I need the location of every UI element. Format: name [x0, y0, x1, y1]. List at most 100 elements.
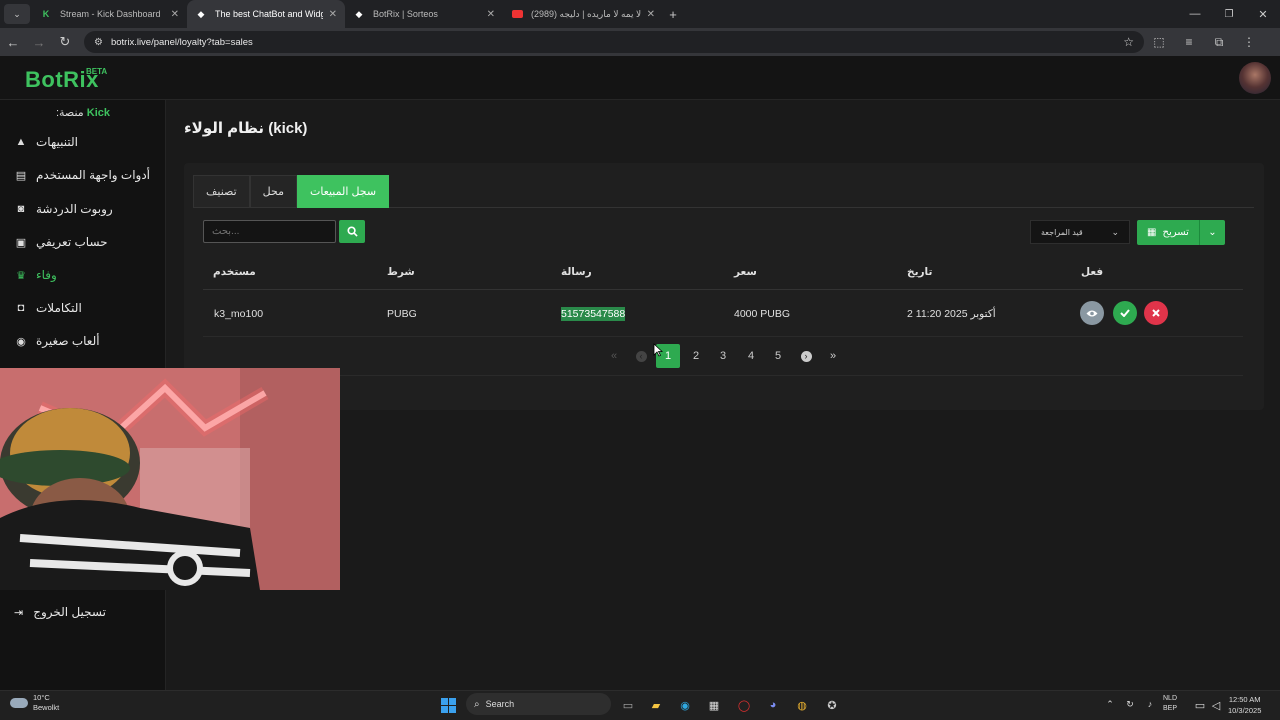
cell-message: 51573547588 — [561, 307, 626, 321]
browser-tab-active[interactable]: ◆ The best ChatBot and Widgets ✕ — [187, 0, 345, 28]
file-explorer-icon[interactable]: ▰ — [646, 695, 666, 715]
browser-tab[interactable]: (2989) لا يمه لا ماريده | دليجه .. ✕ — [503, 0, 663, 28]
prev-page-button[interactable]: ‹ — [629, 344, 653, 368]
selected-text: 51573547588 — [561, 307, 626, 321]
tab-title: (2989) لا يمه لا ماريده | دليجه .. — [531, 8, 641, 19]
sidebar-item-alerts[interactable]: ▲ التنبيهات — [14, 132, 154, 152]
sidebar-item-widgets[interactable]: ▤ أدوات واجهة المستخدم — [14, 165, 154, 185]
search-button[interactable] — [339, 220, 365, 243]
export-label: تسريح — [1162, 227, 1189, 238]
menu-icon[interactable]: ⋮ — [1234, 35, 1264, 49]
search-icon — [346, 226, 358, 237]
tab-sales-log[interactable]: سجل المبيعات — [296, 175, 390, 208]
sync-icon[interactable]: ↻ — [1120, 699, 1140, 710]
clock-time: 12:50 AM — [1228, 695, 1261, 704]
back-icon[interactable]: ← — [0, 35, 26, 50]
col-header-message[interactable]: رسالة — [561, 266, 592, 278]
chevron-down-icon: ⌄ — [1111, 226, 1119, 237]
sidebar-item-label: التكاملات — [36, 301, 82, 315]
media-icon[interactable]: ≡ — [1174, 35, 1204, 49]
tab-title: The best ChatBot and Widgets — [215, 9, 323, 19]
close-icon[interactable]: ✕ — [487, 9, 495, 20]
edge-icon[interactable]: ◉ — [675, 695, 695, 715]
sidebar-item-chatbot[interactable]: ◙ روبوت الدردشة — [14, 199, 154, 219]
cell-user: k3_mo100 — [214, 308, 264, 320]
sidebar-item-minigames[interactable]: ◉ ألعاب صغيرة — [14, 331, 154, 351]
url-field[interactable]: ⚙ botrix.live/panel/loyalty?tab=sales ☆ — [84, 31, 1144, 53]
page-4-button[interactable]: 4 — [739, 344, 763, 368]
forward-icon[interactable]: → — [26, 35, 52, 50]
status-filter-select[interactable]: قيد المراجعة ⌄ — [1030, 220, 1130, 244]
page-title: نظام الولاء (kick) — [184, 120, 308, 137]
approve-button[interactable] — [1113, 301, 1137, 325]
minimize-icon[interactable]: — — [1178, 8, 1212, 20]
reject-button[interactable] — [1144, 301, 1168, 325]
cloud-icon — [10, 698, 28, 708]
page-3-button[interactable]: 3 — [711, 344, 735, 368]
col-header-condition[interactable]: شرط — [387, 266, 415, 278]
clock-date: 10/3/2025 — [1228, 706, 1262, 715]
tab-search-button[interactable]: ⌄ — [4, 4, 30, 24]
url-text: botrix.live/panel/loyalty?tab=sales — [110, 36, 253, 48]
windows-start-icon[interactable] — [438, 695, 458, 715]
task-view-icon[interactable]: ▭ — [618, 695, 638, 715]
excel-icon: ▦ — [1147, 227, 1157, 238]
cell-price: 4000 PUBG — [734, 308, 791, 320]
avatar[interactable] — [1239, 62, 1271, 94]
lang-1: NLD — [1163, 695, 1178, 702]
address-bar-row: ← → ↻ ⚙ botrix.live/panel/loyalty?tab=sa… — [0, 28, 1280, 56]
close-icon[interactable]: ✕ — [647, 9, 655, 20]
language-indicator[interactable]: NLD BEP — [1163, 694, 1177, 714]
close-icon[interactable]: ✕ — [171, 9, 179, 20]
close-icon — [1152, 309, 1160, 317]
page-5-button[interactable]: 5 — [766, 344, 790, 368]
col-header-user[interactable]: مستخدم — [213, 266, 256, 278]
col-header-price[interactable]: سعر — [734, 266, 757, 278]
restore-icon[interactable]: ❐ — [1212, 9, 1246, 20]
botrix-icon: ◆ — [197, 8, 205, 19]
translate-icon[interactable]: ⧉ — [1204, 35, 1234, 50]
last-page-button[interactable]: » — [821, 344, 845, 368]
tab-ranking[interactable]: تصنيف — [193, 175, 250, 208]
kick-icon: K — [42, 9, 50, 19]
weather-desc: Bewolkt — [33, 703, 60, 712]
tab-shop[interactable]: محل — [249, 175, 297, 208]
gamepad-icon: ◉ — [16, 335, 26, 348]
logout-icon: ⇥ — [14, 606, 24, 619]
browser-tab-bar: ⌄ K Stream - Kick Dashboard ✕ ◆ The best… — [0, 0, 1280, 28]
window-close-icon[interactable]: ✕ — [1246, 8, 1280, 21]
taskbar-clock[interactable]: 12:50 AM 10/3/2025 — [1228, 694, 1261, 716]
taskbar-search[interactable]: ⌕ Search — [466, 693, 611, 715]
col-header-date[interactable]: تاريخ — [907, 266, 932, 278]
volume-icon[interactable]: ◁ — [1206, 695, 1226, 715]
export-button[interactable]: ▦ تسريح — [1137, 220, 1199, 245]
close-icon[interactable]: ✕ — [329, 9, 337, 20]
weather-widget[interactable]: 10°C Bewolkt — [10, 693, 59, 713]
app-icon[interactable]: ✪ — [822, 695, 842, 715]
app-header — [0, 56, 1280, 100]
store-icon[interactable]: ▦ — [704, 695, 724, 715]
view-button[interactable] — [1080, 301, 1104, 325]
export-dropdown-button[interactable]: ⌄ — [1199, 220, 1225, 245]
platform-value: Kick — [86, 107, 110, 119]
browser-tab[interactable]: ◆ BotRix | Sorteos ✕ — [345, 0, 503, 28]
sidebar-item-integrations[interactable]: ◘ التكاملات — [14, 298, 154, 318]
browser-tab[interactable]: K Stream - Kick Dashboard ✕ — [32, 0, 187, 28]
chevron-up-icon[interactable]: ⌃ — [1100, 699, 1120, 710]
search-input[interactable] — [203, 220, 336, 243]
site-info-icon[interactable]: ⚙ — [94, 37, 103, 48]
chrome-icon[interactable]: ◍ — [792, 695, 812, 715]
microphone-icon[interactable]: ♪ — [1140, 699, 1160, 709]
reload-icon[interactable]: ↻ — [52, 34, 78, 50]
opera-icon[interactable]: ◯ — [734, 695, 754, 715]
sidebar-item-profile[interactable]: ▣ حساب تعريفي — [14, 232, 154, 252]
logout-button[interactable]: ⇥ تسجيل الخروج — [14, 605, 106, 619]
page-2-button[interactable]: 2 — [684, 344, 708, 368]
extensions-icon[interactable]: ⬚ — [1144, 35, 1174, 49]
next-page-button[interactable]: › — [794, 344, 818, 368]
first-page-button[interactable]: « — [602, 344, 626, 368]
discord-icon[interactable]: ◕ — [763, 695, 783, 715]
bookmark-star-icon[interactable]: ☆ — [1123, 35, 1134, 49]
new-tab-icon[interactable]: + — [663, 7, 683, 22]
sidebar-item-loyalty[interactable]: ♛ وفاء — [14, 265, 154, 285]
